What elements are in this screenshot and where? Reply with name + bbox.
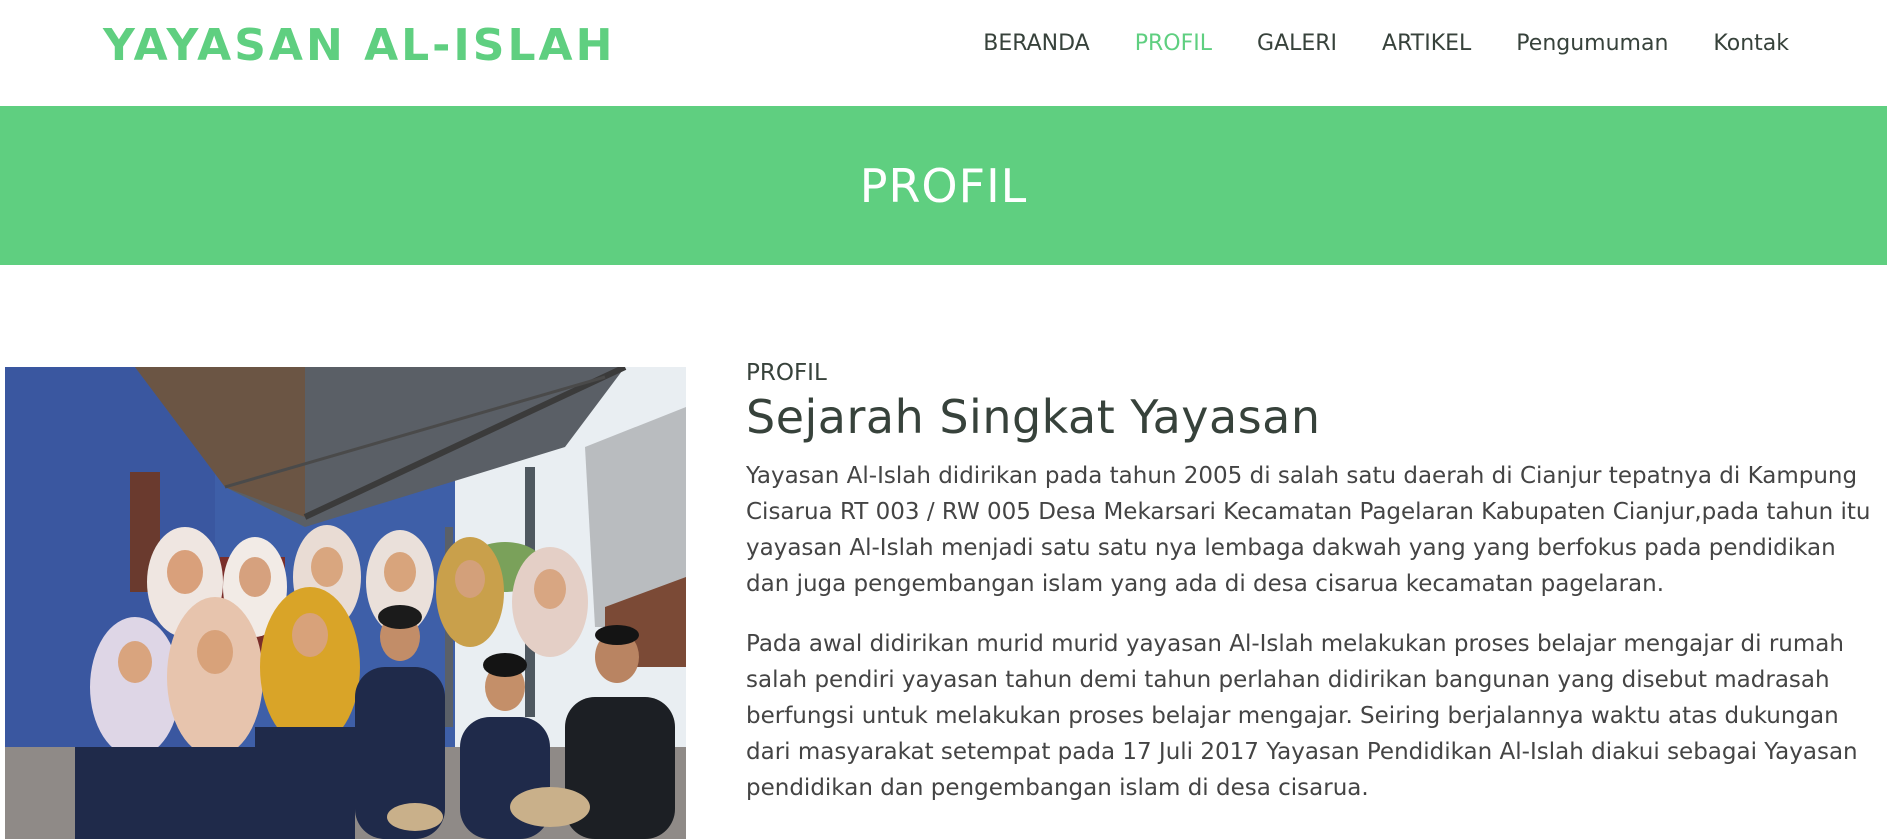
- nav-item-pengumuman[interactable]: Pengumuman: [1516, 31, 1668, 56]
- banner-title: PROFIL: [859, 158, 1028, 213]
- section-label: PROFIL: [746, 360, 827, 386]
- profile-photo: [5, 367, 686, 839]
- nav-item-galeri[interactable]: GALERI: [1257, 31, 1337, 56]
- paragraph-development: Pada awal didirikan murid murid yayasan …: [746, 631, 1858, 801]
- nav-item-artikel[interactable]: ARTIKEL: [1382, 31, 1471, 56]
- nav-item-beranda[interactable]: BERANDA: [983, 31, 1090, 56]
- paragraph-history: Yayasan Al-Islah didirikan pada tahun 20…: [746, 463, 1871, 597]
- main-nav: BERANDA PROFIL GALERI ARTIKEL Pengumuman…: [938, 31, 1789, 56]
- nav-item-kontak[interactable]: Kontak: [1713, 31, 1789, 56]
- nav-item-profil[interactable]: PROFIL: [1135, 31, 1212, 56]
- site-header: YAYASAN AL-ISLAH BERANDA PROFIL GALERI A…: [0, 0, 1887, 106]
- page-banner: PROFIL: [0, 106, 1887, 265]
- profile-text-section: PROFIL Sejarah Singkat Yayasan Yayasan A…: [746, 360, 1876, 830]
- section-title: Sejarah Singkat Yayasan: [746, 390, 1321, 444]
- site-logo[interactable]: YAYASAN AL-ISLAH: [103, 20, 615, 71]
